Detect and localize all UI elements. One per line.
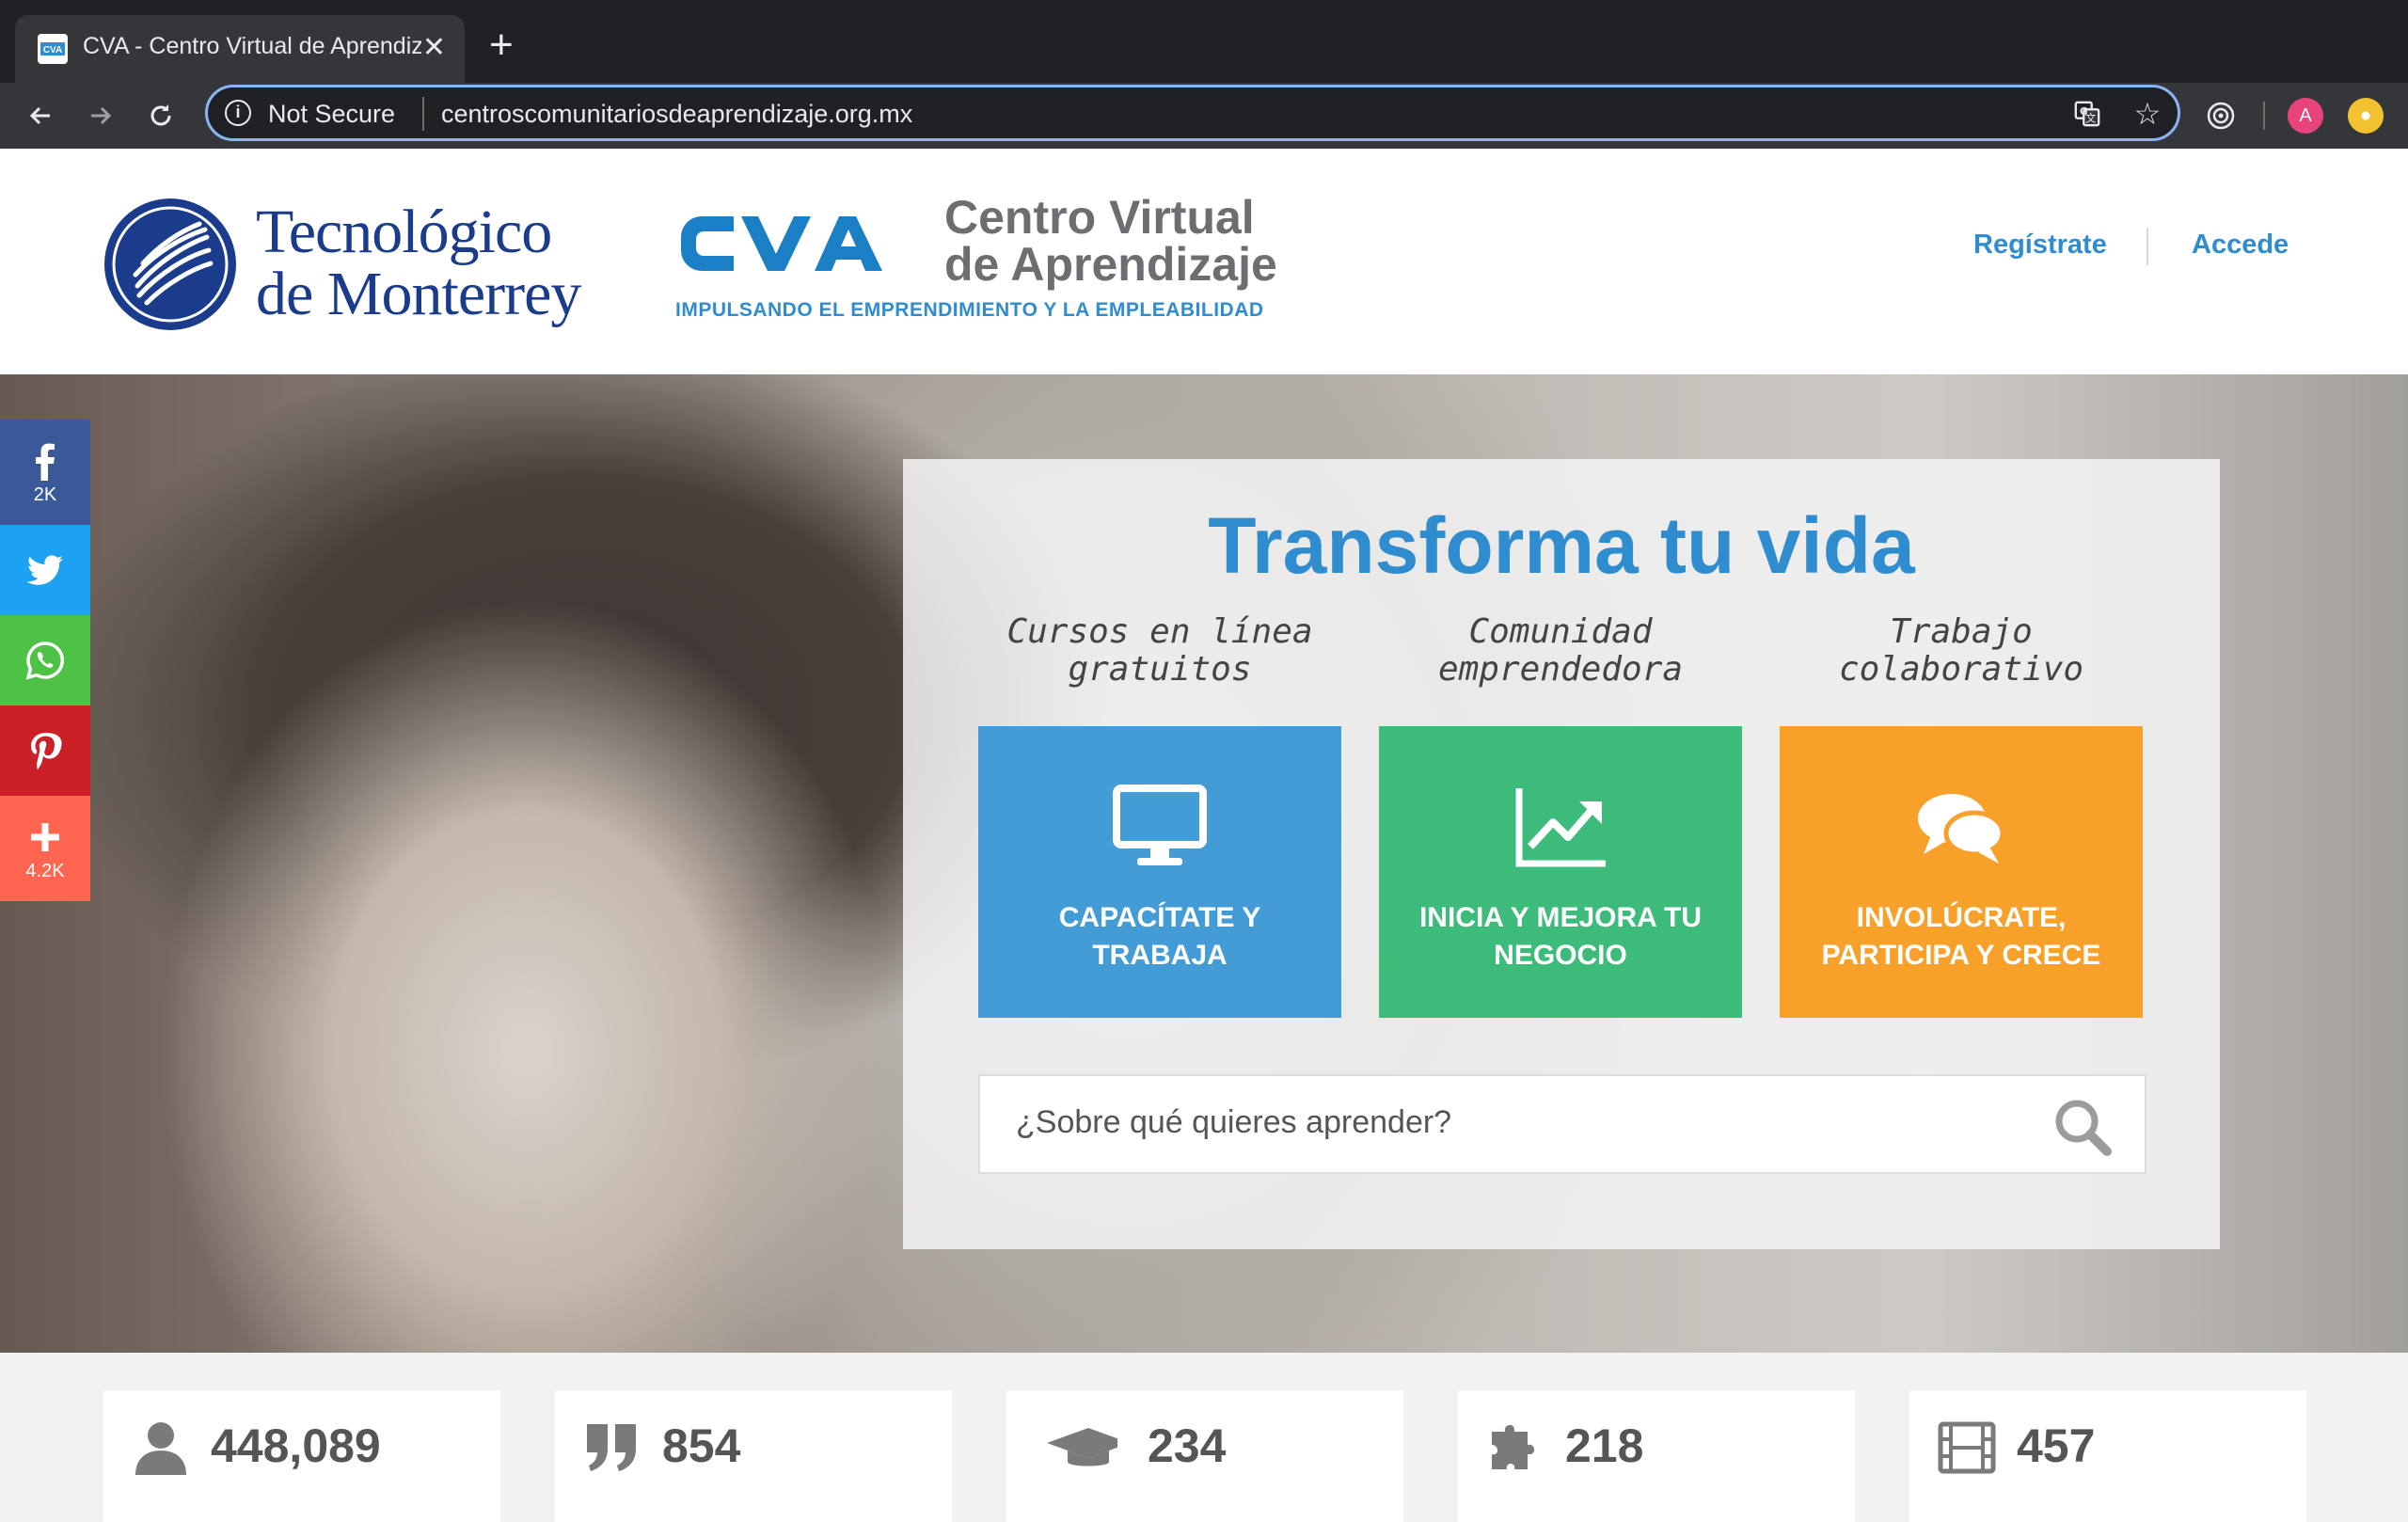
cva-favicon-icon: CVA	[38, 34, 68, 64]
stat-card-videos: 457	[1909, 1390, 2306, 1522]
total-share-count: 4.2K	[25, 860, 65, 881]
stat-card-materials: 218	[1458, 1390, 1855, 1522]
search-icon[interactable]	[2052, 1097, 2113, 1157]
chat-bubbles-icon	[1918, 794, 2005, 864]
course-search-input[interactable]	[1016, 1104, 2032, 1141]
whatsapp-share-button[interactable]	[0, 615, 90, 706]
caption-line: Comunidad	[1468, 612, 1653, 651]
tab-title: CVA - Centro Virtual de Aprendizaje	[83, 33, 421, 59]
stat-card-courses: 234	[1006, 1390, 1403, 1522]
svg-text:CVA: CVA	[43, 45, 62, 55]
stat-value: 218	[1565, 1419, 1644, 1472]
graduation-cap-icon	[1047, 1428, 1117, 1467]
user-icon	[135, 1422, 186, 1475]
stat-card-users: 448,089	[103, 1390, 500, 1522]
hero-title: Transforma tu vida	[1208, 501, 1915, 590]
participate-tile[interactable]: INVOLÚCRATE, PARTICIPA Y CRECE	[1780, 726, 2143, 1018]
tile-label-line: CAPACÍTATE Y	[1058, 902, 1261, 933]
extension-icon[interactable]	[2203, 98, 2239, 134]
pinterest-icon	[31, 733, 62, 769]
cva-title-line1: Centro Virtual	[944, 191, 1255, 244]
reload-icon[interactable]	[137, 92, 184, 139]
feature-caption-collaboration: Trabajo colaborativo	[1780, 613, 2143, 689]
caption-line: Trabajo	[1890, 612, 2033, 651]
login-link[interactable]: Accede	[2192, 230, 2289, 261]
cva-tagline: IMPULSANDO EL EMPRENDIMIENTO Y LA EMPLEA…	[675, 299, 1264, 321]
caption-line: emprendedora	[1437, 650, 1684, 689]
chart-up-icon	[1515, 788, 1606, 867]
url-text[interactable]: centroscomunitariosdeaprendizaje.org.mx	[441, 100, 912, 129]
browser-tabstrip: CVA CVA - Centro Virtual de Aprendizaje …	[0, 0, 2408, 83]
stats-section: 448,089 854 234 218 457	[0, 1353, 2408, 1522]
security-indicator[interactable]: Not Secure	[268, 100, 395, 129]
browser-toolbar: i Not Secure centroscomunitariosdeaprend…	[0, 83, 2408, 149]
twitter-icon	[26, 555, 63, 585]
profile-avatar[interactable]: A	[2288, 98, 2323, 134]
social-share-bar: 2K 4.2K	[0, 420, 90, 901]
tec-de-monterrey-seal-logo[interactable]	[102, 196, 239, 333]
quote-icon	[587, 1424, 636, 1471]
omnibox-divider	[422, 97, 424, 131]
caption-line: gratuitos	[1068, 650, 1252, 689]
profile-initial: A	[2299, 104, 2312, 126]
svg-text:G: G	[2080, 106, 2087, 118]
stat-value: 457	[2017, 1419, 2096, 1472]
address-bar[interactable]: i Not Secure centroscomunitariosdeaprend…	[205, 85, 2180, 141]
tec-de-monterrey-wordmark[interactable]: Tecnológico de Monterrey	[256, 201, 632, 325]
update-indicator-icon[interactable]	[2348, 98, 2384, 134]
facebook-icon	[36, 443, 55, 481]
caption-line: colaborativo	[1838, 650, 2084, 689]
info-icon[interactable]: i	[225, 100, 251, 126]
translate-icon[interactable]: 文G	[2070, 97, 2104, 131]
tab-close-icon[interactable]: ✕	[422, 32, 446, 64]
course-search-box[interactable]	[978, 1074, 2147, 1174]
header-link-divider	[2147, 228, 2148, 265]
cva-title[interactable]: Centro Virtual de Aprendizaje	[944, 194, 1277, 288]
caption-line: Cursos en línea	[1006, 612, 1313, 651]
stat-value: 854	[662, 1419, 741, 1472]
toolbar-divider	[2263, 102, 2265, 130]
tile-label-line: NEGOCIO	[1494, 940, 1627, 971]
whatsapp-icon	[25, 642, 65, 680]
train-and-work-tile[interactable]: CAPACÍTATE Y TRABAJA	[978, 726, 1341, 1018]
hero-panel: Transforma tu vida Cursos en línea gratu…	[903, 459, 2220, 1249]
register-link[interactable]: Regístrate	[1973, 230, 2107, 261]
monitor-icon	[1113, 785, 1207, 865]
new-tab-icon[interactable]: +	[489, 24, 514, 66]
bookmark-star-icon[interactable]: ☆	[2131, 97, 2164, 131]
site-header: Tecnológico de Monterrey Centro Virtual d…	[0, 149, 2408, 374]
browser-tab[interactable]: CVA CVA - Centro Virtual de Aprendizaje …	[15, 15, 465, 83]
tile-label-line: PARTICIPA Y CRECE	[1821, 940, 2101, 971]
tile-label: INVOLÚCRATE, PARTICIPA Y CRECE	[1780, 899, 2143, 975]
pinterest-share-button[interactable]	[0, 706, 90, 796]
puzzle-icon	[1492, 1424, 1535, 1469]
twitter-share-button[interactable]	[0, 525, 90, 615]
more-share-button[interactable]: 4.2K	[0, 796, 90, 901]
film-icon	[1938, 1421, 1996, 1474]
forward-icon[interactable]	[77, 92, 124, 139]
feature-caption-community: Comunidad emprendedora	[1379, 613, 1742, 689]
tile-label-line: INICIA Y MEJORA TU	[1418, 902, 1703, 933]
cva-logo-mark[interactable]	[673, 203, 890, 284]
tile-label-line: TRABAJA	[1092, 940, 1228, 971]
facebook-share-count: 2K	[33, 484, 57, 505]
stat-value: 448,089	[211, 1419, 381, 1472]
cva-title-line2: de Aprendizaje	[944, 238, 1277, 291]
back-icon[interactable]	[17, 92, 64, 139]
start-business-tile[interactable]: INICIA Y MEJORA TU NEGOCIO	[1379, 726, 1742, 1018]
plus-icon	[31, 822, 59, 851]
tile-label: CAPACÍTATE Y TRABAJA	[978, 899, 1341, 975]
facebook-share-button[interactable]: 2K	[0, 420, 90, 525]
stat-card-posts: 854	[555, 1390, 952, 1522]
stat-value: 234	[1148, 1419, 1227, 1472]
feature-caption-courses: Cursos en línea gratuitos	[978, 613, 1341, 689]
tile-label: INICIA Y MEJORA TU NEGOCIO	[1379, 899, 1742, 975]
hero-section: Transforma tu vida Cursos en línea gratu…	[0, 374, 2408, 1353]
tile-label-line: INVOLÚCRATE,	[1856, 902, 2067, 933]
